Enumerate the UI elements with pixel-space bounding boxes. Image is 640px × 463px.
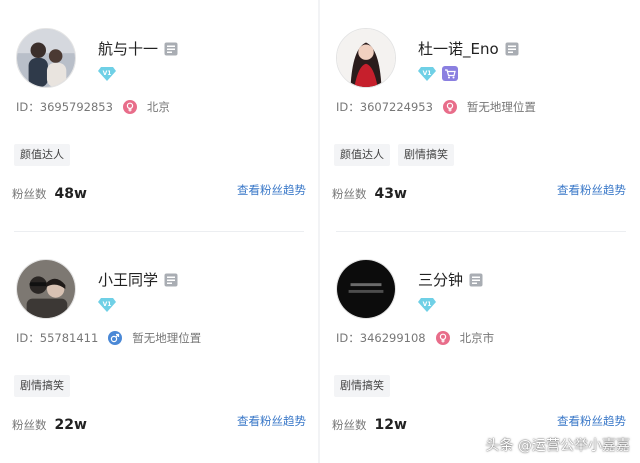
- profile-card-icon: [505, 41, 519, 56]
- view-fans-trend-link[interactable]: 查看粉丝趋势: [237, 413, 306, 429]
- influencer-card[interactable]: 杜一诺_Eno V1 ID：3607224953 暂无地理位置 颜值达人 剧情搞…: [332, 28, 626, 243]
- diamond-v1-icon: V1: [98, 66, 116, 81]
- location: 北京市: [459, 331, 495, 345]
- category-tag: 剧情搞笑: [334, 375, 390, 397]
- shopping-cart-icon: [441, 66, 459, 81]
- location: 暂无地理位置: [466, 100, 536, 114]
- avatar[interactable]: [16, 259, 76, 319]
- fans-value: 22w: [54, 417, 87, 433]
- fans-label: 粉丝数: [12, 418, 47, 432]
- diamond-v1-icon: V1: [418, 66, 436, 81]
- user-name[interactable]: 小王同学: [98, 269, 158, 290]
- fans-label: 粉丝数: [332, 418, 367, 432]
- category-tag: 剧情搞笑: [14, 375, 70, 397]
- category-tag: 颜值达人: [14, 144, 70, 166]
- user-name[interactable]: 杜一诺_Eno: [418, 38, 499, 59]
- fans-value: 43w: [374, 186, 407, 202]
- profile-card-icon: [164, 272, 178, 287]
- avatar[interactable]: [336, 28, 396, 88]
- location: 暂无地理位置: [132, 331, 202, 345]
- diamond-v1-icon: V1: [418, 297, 436, 312]
- fans-value: 12w: [374, 417, 407, 433]
- influencer-card[interactable]: 航与十一 V1 ID：3695792853 北京 颜值达人 粉丝数 48w 查看…: [12, 28, 306, 243]
- diamond-v1-icon: V1: [98, 297, 116, 312]
- view-fans-trend-link[interactable]: 查看粉丝趋势: [557, 413, 626, 429]
- user-name[interactable]: 三分钟: [418, 269, 463, 290]
- influencer-card[interactable]: 小王同学 V1 ID：55781411 暂无地理位置 剧情搞笑 粉丝数 22w …: [12, 259, 306, 463]
- user-name[interactable]: 航与十一: [98, 38, 158, 59]
- user-id: ID：3607224953: [336, 100, 433, 114]
- svg-text:V1: V1: [103, 301, 112, 308]
- profile-card-icon: [164, 41, 178, 56]
- location: 北京: [146, 100, 170, 114]
- view-fans-trend-link[interactable]: 查看粉丝趋势: [237, 182, 306, 198]
- view-fans-trend-link[interactable]: 查看粉丝趋势: [557, 182, 626, 198]
- profile-card-icon: [469, 272, 483, 287]
- category-tag: 颜值达人: [334, 144, 390, 166]
- svg-text:V1: V1: [423, 301, 432, 308]
- watermark-text: 头条 @运营公举小嘉嘉: [485, 438, 630, 454]
- female-icon: [442, 100, 457, 114]
- user-id: ID：55781411: [16, 331, 99, 345]
- female-icon: [122, 100, 137, 114]
- user-id: ID：346299108: [336, 331, 426, 345]
- category-tag: 剧情搞笑: [398, 144, 454, 166]
- svg-text:V1: V1: [103, 70, 112, 77]
- influencer-card[interactable]: 三分钟 V1 ID：346299108 北京市 剧情搞笑 粉丝数 12w 查看粉…: [332, 259, 626, 463]
- male-icon: [108, 331, 123, 345]
- avatar[interactable]: [16, 28, 76, 88]
- fans-value: 48w: [54, 186, 87, 202]
- fans-label: 粉丝数: [332, 187, 367, 201]
- fans-label: 粉丝数: [12, 187, 47, 201]
- user-id: ID：3695792853: [16, 100, 113, 114]
- svg-text:V1: V1: [423, 70, 432, 77]
- female-icon: [435, 331, 450, 345]
- avatar[interactable]: [336, 259, 396, 319]
